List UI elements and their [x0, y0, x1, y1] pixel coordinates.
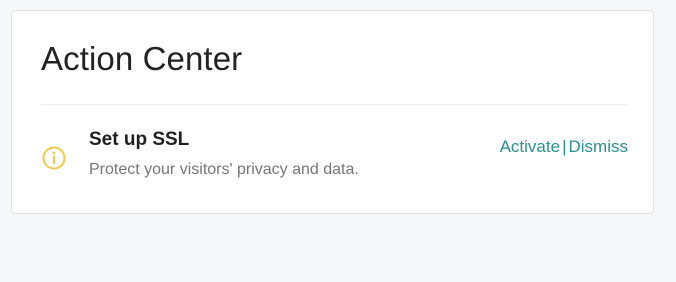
action-description: Protect your visitors' privacy and data. [89, 160, 359, 178]
info-icon [41, 145, 67, 171]
activate-link[interactable]: Activate [500, 137, 560, 156]
action-item-ssl: Set up SSL Protect your visitors' privac… [41, 129, 628, 189]
card-title: Action Center [41, 40, 243, 77]
divider [41, 104, 628, 105]
action-text: Set up SSL Protect your visitors' privac… [89, 129, 359, 179]
dismiss-link[interactable]: Dismiss [569, 137, 629, 156]
action-title: Set up SSL [89, 129, 190, 150]
action-links: Activate | Dismiss [500, 137, 628, 157]
action-center-card: Action Center Set up SSL Protect your vi… [11, 10, 654, 214]
link-separator: | [562, 137, 567, 156]
